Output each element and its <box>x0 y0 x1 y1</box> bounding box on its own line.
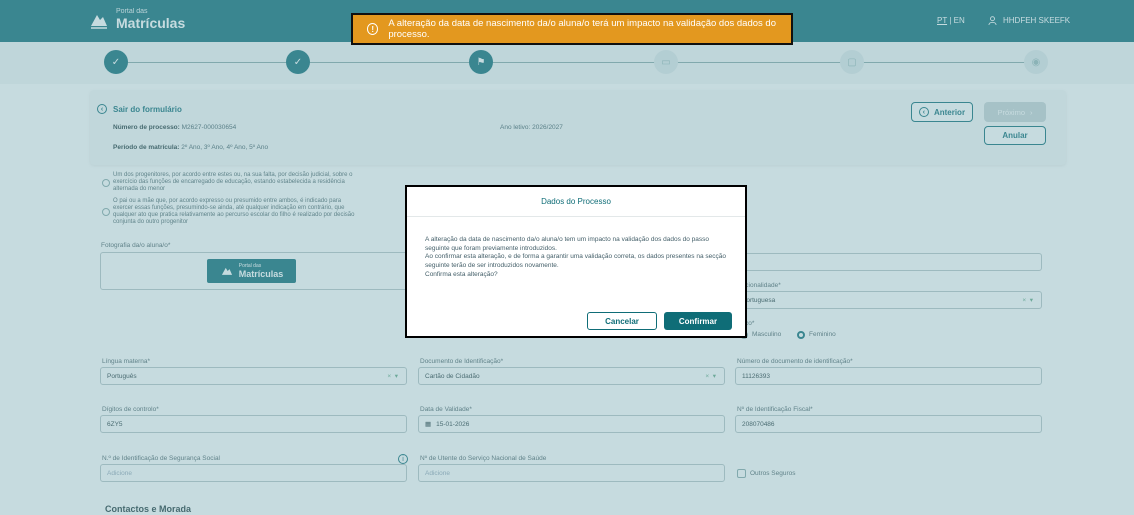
warning-toast-message: A alteração da data de nascimento da/o a… <box>388 18 776 40</box>
alert-circle-icon: ! <box>367 23 379 35</box>
dialog-body: A alteração da data de nascimento da/o a… <box>425 236 735 280</box>
warning-toast: ! A alteração da data de nascimento da/o… <box>351 13 793 45</box>
dialog-title: Dados do Processo <box>541 197 611 206</box>
dialog-confirm-button[interactable]: Confirmar <box>664 312 732 330</box>
dialog-header: Dados do Processo <box>407 187 745 217</box>
confirm-dialog: Dados do Processo A alteração da data de… <box>405 185 747 338</box>
dialog-text-1: A alteração da data de nascimento da/o a… <box>425 236 710 252</box>
dialog-cancel-button[interactable]: Cancelar <box>587 312 657 330</box>
dialog-text-2: Ao confirmar esta alteração, e de forma … <box>425 253 726 270</box>
dialog-text-3: Confirma esta alteração? <box>425 270 498 278</box>
